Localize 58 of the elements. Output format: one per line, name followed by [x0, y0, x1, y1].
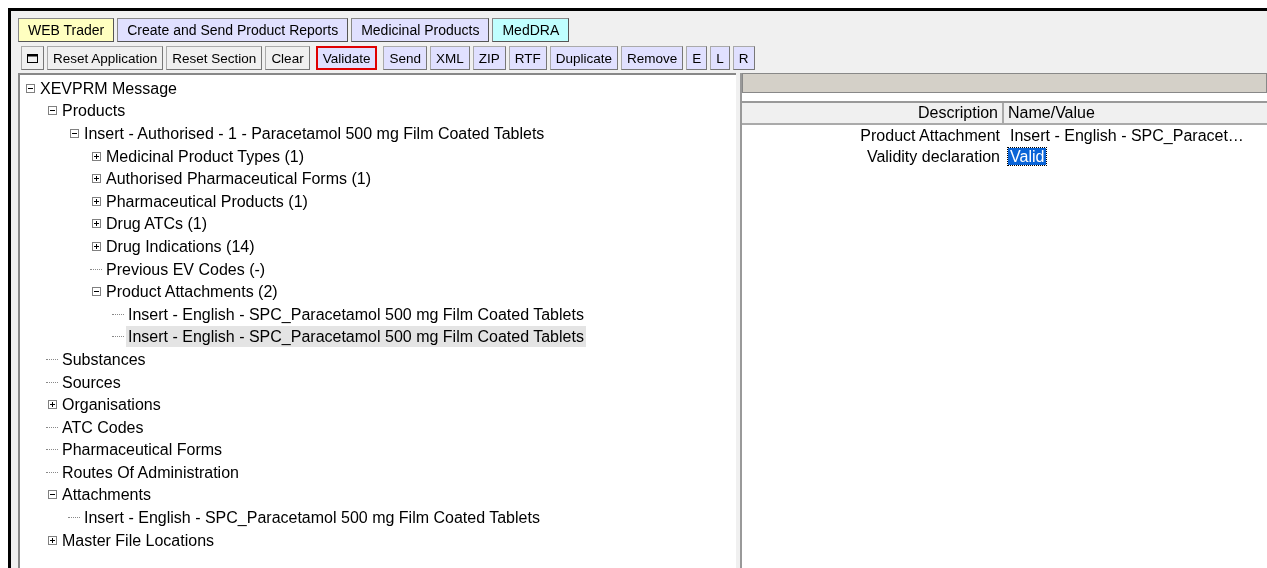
column-header[interactable]: Description: [742, 103, 1004, 123]
tree-item[interactable]: Insert - Authorised - 1 - Paracetamol 500 mg Film Coated Tablets: [82, 123, 547, 144]
tree-item[interactable]: Insert - English - SPC_Paracetamol 500 mg Film Coated Tablets: [126, 303, 586, 325]
tree-item[interactable]: Pharmaceutical Forms: [60, 439, 225, 461]
expand-icon[interactable]: [46, 534, 58, 547]
toolbar-button[interactable]: ZIP: [472, 46, 506, 70]
toolbar-button[interactable]: E: [686, 46, 708, 70]
toolbar-button[interactable]: L: [710, 46, 730, 70]
tree-item[interactable]: Medicinal Product Types (1): [104, 145, 306, 167]
tree-item[interactable]: Routes Of Administration: [60, 461, 241, 483]
app-tab[interactable]: Create and Send Product Reports: [117, 18, 349, 42]
expand-icon[interactable]: [90, 172, 102, 185]
table-cell[interactable]: Valid: [1008, 148, 1047, 165]
expand-icon[interactable]: [46, 398, 58, 411]
toolbar-button[interactable]: RTF: [508, 46, 547, 70]
app-tab[interactable]: MedDRA: [492, 18, 570, 42]
toolbar-button[interactable]: R: [732, 46, 755, 70]
tree-item[interactable]: Sources: [60, 371, 123, 393]
window-icon: [27, 53, 38, 63]
app-tab[interactable]: Medicinal Products: [351, 18, 490, 42]
expand-icon[interactable]: [90, 240, 102, 253]
tree-item[interactable]: Products: [60, 100, 128, 122]
collapse-icon[interactable]: [46, 104, 58, 117]
tree-item[interactable]: Attachments: [60, 484, 153, 506]
column-header[interactable]: Name/Value: [1004, 103, 1267, 123]
tree-item[interactable]: Drug Indications (14): [104, 235, 257, 257]
toolbar-button[interactable]: Send: [383, 46, 427, 70]
app-tab[interactable]: WEB Trader: [18, 18, 115, 42]
tree-item[interactable]: Previous EV Codes (-): [104, 258, 268, 280]
toolbar-button[interactable]: Validate: [315, 46, 378, 70]
toolbar-button[interactable]: Clear: [265, 46, 310, 70]
tree-item[interactable]: Master File Locations: [60, 529, 217, 551]
toolbar-button[interactable]: Remove: [621, 46, 684, 70]
tree-item[interactable]: Organisations: [60, 394, 163, 416]
toolbar-button[interactable]: Duplicate: [549, 46, 619, 70]
table-cell-text: Validity declaration: [865, 147, 1001, 167]
toolbar-button[interactable]: Reset Section: [166, 46, 263, 70]
toolbar-button[interactable]: Reset Application: [47, 46, 164, 70]
tree-item[interactable]: Product Attachments (2): [104, 281, 280, 303]
tree-item[interactable]: ATC Codes: [60, 416, 146, 438]
tree-item[interactable]: Insert - English - SPC_Paracetamol 500 mg Film Coated Tablets: [82, 507, 542, 529]
expand-icon[interactable]: [90, 195, 102, 208]
expand-icon[interactable]: [90, 217, 102, 230]
tree-item[interactable]: Pharmaceutical Products (1): [104, 190, 310, 212]
window-button[interactable]: [21, 46, 44, 70]
tree-item[interactable]: Insert - English - SPC_Paracetamol 500 mg Film Coated Tablets: [126, 326, 586, 348]
collapse-icon[interactable]: [90, 285, 102, 298]
toolbar-button[interactable]: XML: [429, 46, 470, 70]
collapse-icon[interactable]: [46, 489, 58, 501]
expand-icon[interactable]: [90, 150, 102, 163]
collapse-icon[interactable]: [68, 127, 80, 140]
tree-item[interactable]: Substances: [60, 348, 148, 370]
table-cell-text: Product Attachment: [859, 126, 1001, 146]
collapse-icon[interactable]: [24, 82, 36, 95]
tree-item[interactable]: XEVPRM Message: [38, 77, 179, 99]
tree-item[interactable]: Authorised Pharmaceutical Forms (1): [104, 168, 373, 190]
tree-item[interactable]: Drug ATCs (1): [104, 213, 210, 235]
table-cell[interactable]: Insert - English - SPC_Paracet…: [1008, 127, 1246, 144]
